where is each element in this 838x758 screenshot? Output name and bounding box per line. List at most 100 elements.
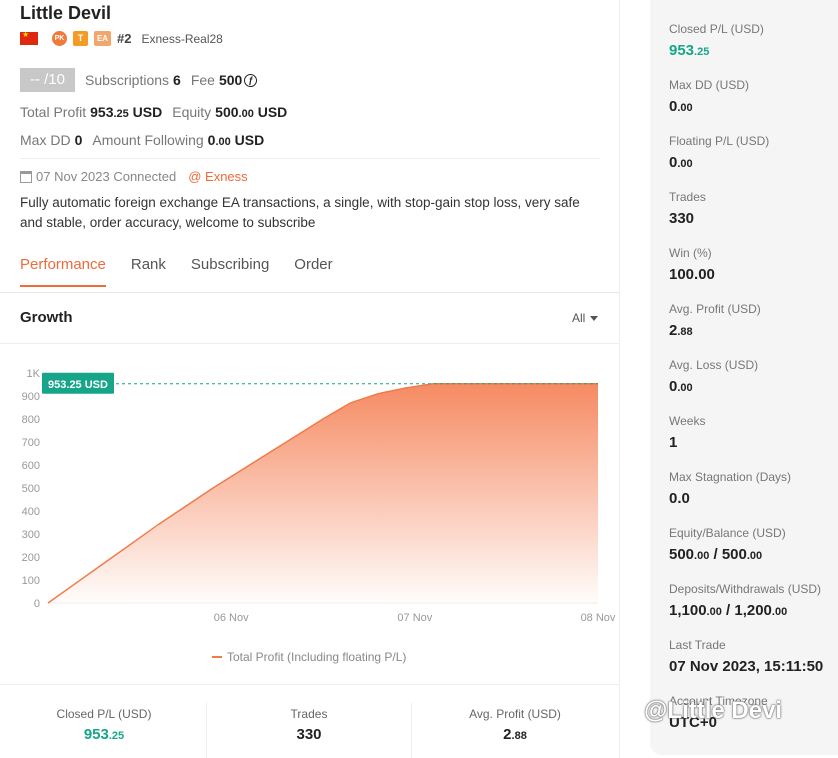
total-profit-label: Total Profit [20, 104, 87, 120]
sidebar-label: Win (%) [669, 246, 712, 260]
y-tick-label: 200 [22, 552, 40, 564]
sidebar-weeks: Weeks 1 [669, 414, 705, 451]
coin-icon: ƒ [244, 73, 258, 87]
total-profit-value: 953.25 USD [90, 104, 163, 120]
y-tick-label: 700 [22, 437, 40, 449]
stats-divider [0, 684, 620, 685]
sidebar-deposits-withdrawals: Deposits/Withdrawals (USD) 1,100.00 / 1,… [669, 582, 821, 619]
stat-separator [411, 703, 412, 758]
score-row: -- /10 Subscriptions 6 Fee 500 ƒ [20, 68, 258, 92]
y-tick-label: 500 [22, 483, 40, 495]
sidebar-label: Trades [669, 190, 706, 204]
broker-link[interactable]: @ Exness [188, 169, 247, 184]
sidebar-value: 0.00 [669, 98, 693, 115]
score-box: -- /10 [20, 68, 75, 92]
sidebar-floating-pl: Floating P/L (USD) 0.00 [669, 134, 769, 171]
sidebar-label: Last Trade [669, 638, 726, 652]
rank-label: #2 [117, 31, 132, 46]
y-tick-label: 0 [34, 598, 40, 610]
profit-row: Total Profit 953.25 USD Equity 500.00 US… [20, 104, 297, 120]
stat-value: 953.25 [83, 726, 125, 743]
sidebar-label: Equity/Balance (USD) [669, 526, 786, 540]
y-tick-label: 900 [22, 391, 40, 403]
y-tick-label: 400 [22, 506, 40, 518]
sidebar-label: Weeks [669, 414, 706, 428]
watermark: @Little Devi [644, 697, 783, 724]
y-tick-label: 100 [22, 575, 40, 587]
sidebar-value: 330 [669, 210, 695, 227]
y-tick-label: 300 [22, 529, 40, 541]
caret-down-icon [590, 315, 599, 321]
stats-sidebar: Closed P/L (USD) 953.25 Max DD (USD) 0.0… [650, 0, 838, 755]
description: Fully automatic foreign exchange EA tran… [20, 195, 580, 230]
ea-badge-icon: EA [94, 31, 111, 46]
sidebar-value: 100.00 [669, 266, 715, 283]
amount-following-label: Amount Following [92, 132, 204, 148]
sidebar-win: Win (%) 100.00 [669, 246, 715, 283]
sidebar-value: 953.25 [669, 42, 710, 59]
stat-value: 2.88 [503, 726, 527, 743]
sidebar-last-trade: Last Trade 07 Nov 2023, 15:11:50 [669, 638, 823, 675]
stat-value: 330 [296, 726, 322, 743]
stat-trades: Trades 330 [209, 707, 409, 743]
tab-order[interactable]: Order [294, 256, 332, 287]
legend-label: Total Profit (Including floating P/L) [227, 650, 406, 664]
tabs-divider [0, 292, 620, 293]
stat-label: Closed P/L (USD) [56, 707, 152, 721]
equity-value: 500.00 USD [215, 104, 288, 120]
china-flag-icon [20, 30, 38, 45]
dd-row: Max DD 0 Amount Following 0.00 USD [20, 132, 274, 148]
y-tick-label: 1K [27, 368, 41, 380]
sidebar-avg-loss: Avg. Loss (USD) 0.00 [669, 358, 758, 395]
connected-date: 07 Nov 2023 Connected [36, 169, 177, 184]
stat-closed-pl: Closed P/L (USD) 953.25 [4, 707, 204, 743]
calendar-icon [20, 170, 32, 183]
sidebar-label: Max Stagnation (Days) [669, 470, 792, 484]
x-tick-label: 07 Nov [397, 612, 432, 624]
sidebar-label: Avg. Loss (USD) [669, 358, 759, 372]
stat-separator [206, 703, 207, 758]
sidebar-max-stagnation: Max Stagnation (Days) 0.0 [669, 470, 791, 507]
max-label-text: 953.25 USD [48, 379, 108, 391]
equity-label: Equity [172, 104, 212, 120]
sidebar-value: 2.88 [669, 322, 693, 339]
meta-row: PK T EA #2 Exness-Real28 [20, 30, 223, 46]
sidebar-label: Deposits/Withdrawals (USD) [669, 582, 822, 596]
x-tick-label: 06 Nov [214, 612, 249, 624]
sidebar-value: 07 Nov 2023, 15:11:50 [669, 658, 824, 675]
sidebar-max-dd: Max DD (USD) 0.00 [669, 78, 749, 115]
x-tick-label: 08 Nov [581, 612, 616, 624]
growth-divider [0, 343, 620, 344]
range-dropdown[interactable]: All [572, 311, 599, 325]
stat-avg-profit: Avg. Profit (USD) 2.88 [415, 707, 615, 743]
maxdd-label: Max DD [20, 132, 71, 148]
y-tick-label: 600 [22, 460, 40, 472]
pk-badge-icon: PK [52, 31, 67, 46]
tab-rank[interactable]: Rank [131, 256, 166, 287]
sidebar-closed-pl: Closed P/L (USD) 953.25 [669, 22, 764, 59]
growth-chart: 0 100 200 300 400 500 600 700 800 900 1K 06 Nov 07 N… [22, 368, 616, 664]
sidebar-label: Closed P/L (USD) [669, 22, 764, 36]
tab-subscribing[interactable]: Subscribing [191, 256, 269, 287]
subscriptions-value: 6 [173, 72, 181, 88]
sidebar-value: 1,100.00 / 1,200.00 [669, 602, 788, 619]
t-badge-icon: T [73, 31, 88, 46]
strategy-title: Little Devil [20, 3, 112, 23]
stat-label: Avg. Profit (USD) [469, 707, 561, 721]
divider [20, 158, 600, 159]
main-panel: Little Devil PK T EA #2 Exness-Real28 --… [0, 0, 620, 758]
tab-performance[interactable]: Performance [20, 256, 106, 287]
fee-label: Fee [190, 72, 215, 88]
y-tick-label: 800 [22, 414, 40, 426]
sidebar-value: 0.00 [669, 378, 693, 395]
stat-label: Trades [290, 707, 328, 721]
sidebar-label: Max DD (USD) [669, 78, 749, 92]
sidebar-trades: Trades 330 [669, 190, 706, 227]
account-name: Exness-Real28 [141, 31, 223, 46]
maxdd-value: 0 [74, 132, 83, 148]
amount-following-value: 0.00 USD [207, 132, 265, 148]
sidebar-value: 1 [669, 434, 678, 451]
sidebar-equity-balance: Equity/Balance (USD) 500.00 / 500.00 [669, 526, 786, 563]
series-area [48, 383, 598, 603]
growth-title: Growth [20, 309, 73, 326]
